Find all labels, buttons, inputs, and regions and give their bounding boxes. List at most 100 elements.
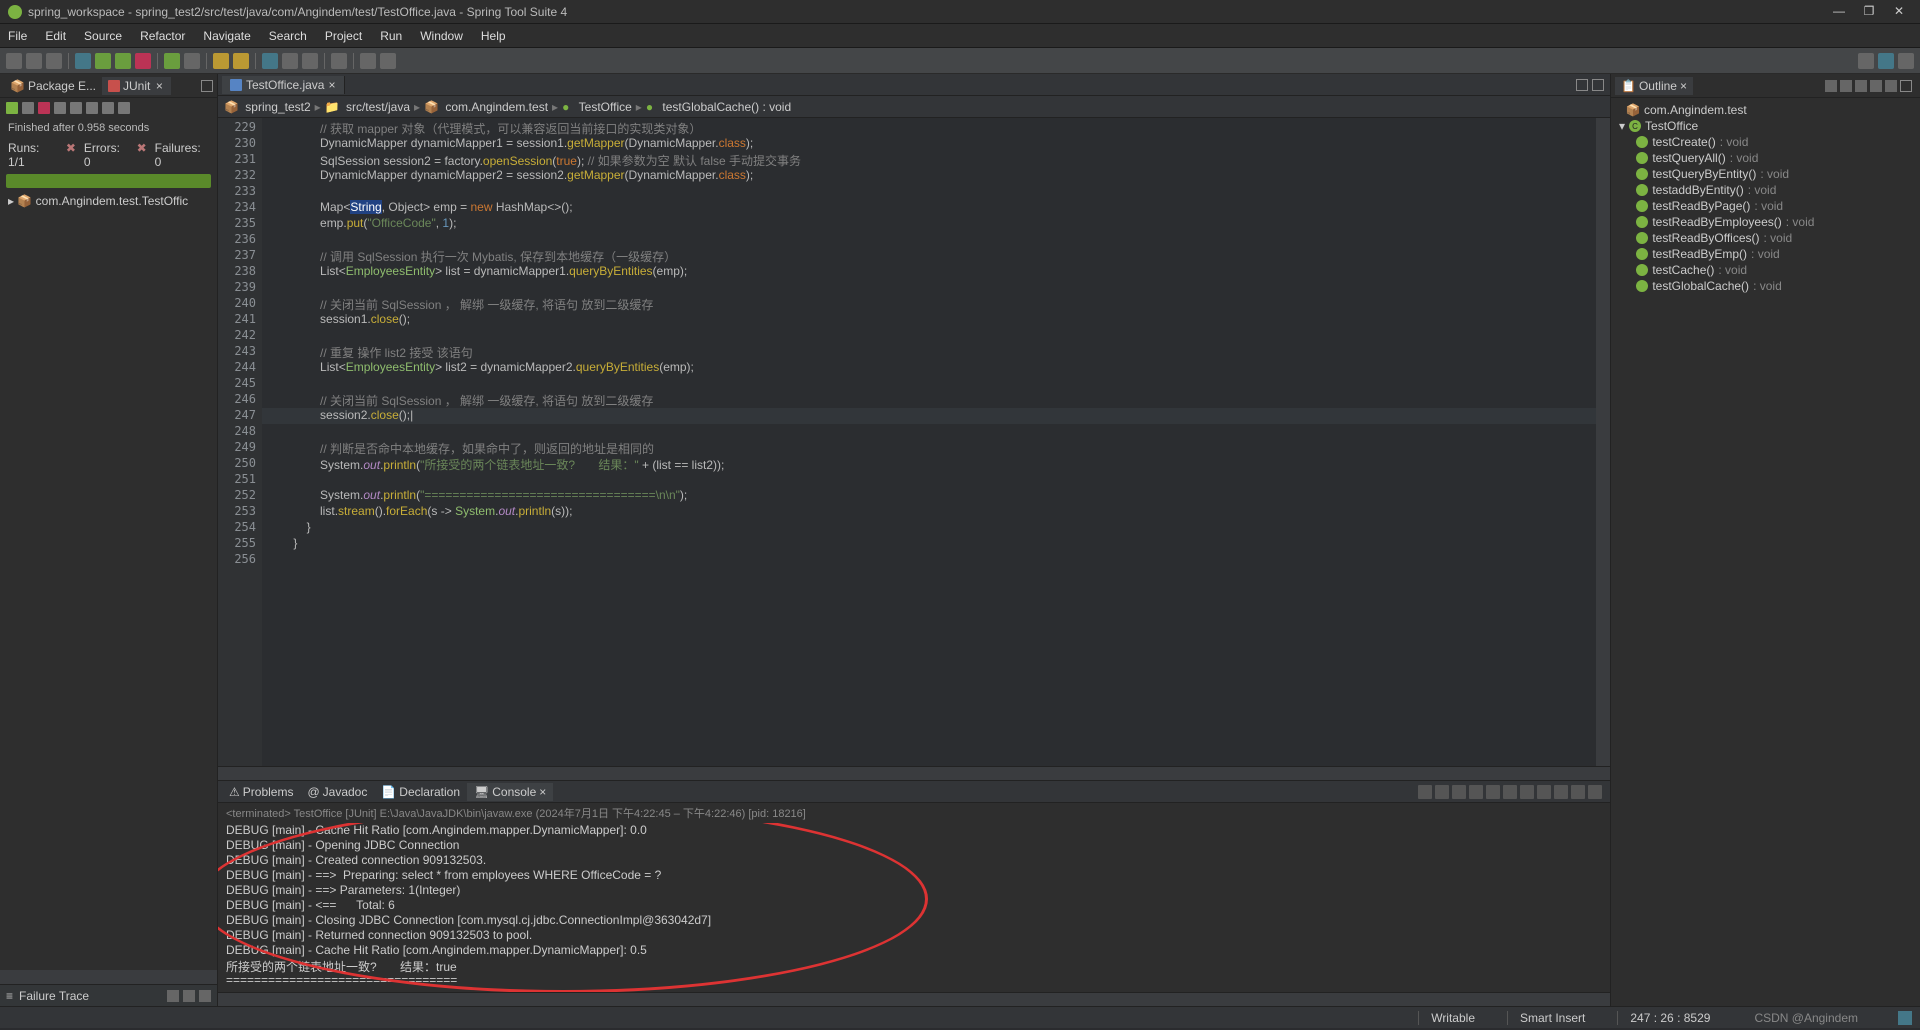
coverage-icon[interactable]: [115, 53, 131, 69]
junit-failures: Failures: 0: [155, 141, 209, 169]
close-outline-icon[interactable]: ×: [1680, 79, 1687, 93]
save-all-icon[interactable]: [46, 53, 62, 69]
tool-bar: [0, 48, 1920, 74]
ext-tools-icon[interactable]: [184, 53, 200, 69]
close-editor-icon[interactable]: ×: [328, 78, 335, 92]
status-bar: Writable Smart Insert 247 : 26 : 8529 CS…: [0, 1006, 1920, 1028]
filter-icon[interactable]: [167, 990, 179, 1002]
tab-outline[interactable]: 📋 Outline ×: [1615, 77, 1693, 95]
left-panel: 📦 Package E... JUnit × Finished after 0.…: [0, 74, 218, 1006]
menu-file[interactable]: File: [8, 29, 27, 43]
console-pin-icon[interactable]: [1503, 785, 1517, 799]
close-console-icon[interactable]: ×: [539, 785, 546, 799]
console-new-icon[interactable]: [1554, 785, 1568, 799]
menu-window[interactable]: Window: [420, 29, 463, 43]
status-position: 247 : 26 : 8529: [1617, 1011, 1722, 1025]
open-type-icon[interactable]: [262, 53, 278, 69]
rerun-icon[interactable]: [6, 102, 18, 114]
perspective-icon[interactable]: [1858, 53, 1874, 69]
maximize-editor-icon[interactable]: [1592, 79, 1604, 91]
outline-filter-icon[interactable]: [1840, 80, 1852, 92]
outline-hide-icon[interactable]: [1855, 80, 1867, 92]
editor-tab-testoffice[interactable]: TestOffice.java ×: [222, 76, 345, 94]
console-clear-icon[interactable]: [1469, 785, 1483, 799]
new-package-icon[interactable]: [233, 53, 249, 69]
outline-icon[interactable]: [331, 53, 347, 69]
menu-run[interactable]: Run: [380, 29, 402, 43]
console-min-icon[interactable]: [1571, 785, 1585, 799]
outline-menu-icon[interactable]: [1885, 80, 1897, 92]
forward-icon[interactable]: [380, 53, 396, 69]
compare-icon[interactable]: [183, 990, 195, 1002]
console-scroll-icon[interactable]: [1486, 785, 1500, 799]
toggle-icon[interactable]: [302, 53, 318, 69]
tab-junit[interactable]: JUnit ×: [102, 77, 171, 95]
java-perspective-icon[interactable]: [1878, 53, 1894, 69]
tab-console[interactable]: 🖥 Console ×: [467, 783, 553, 801]
junit-status: Finished after 0.958 seconds: [0, 118, 217, 138]
console-terminate-icon[interactable]: [1418, 785, 1432, 799]
menu-navigate[interactable]: Navigate: [203, 29, 250, 43]
menu-edit[interactable]: Edit: [45, 29, 66, 43]
debug-perspective-icon[interactable]: [1898, 53, 1914, 69]
code-editor[interactable]: 2292302312322332342352362372382392402412…: [218, 118, 1610, 766]
status-insert: Smart Insert: [1507, 1011, 1597, 1025]
status-icon[interactable]: [1898, 1011, 1912, 1025]
maximize-button[interactable]: ❐: [1856, 4, 1882, 20]
run-last-icon[interactable]: [164, 53, 180, 69]
close-button[interactable]: ✕: [1886, 4, 1912, 20]
app-icon: [8, 5, 22, 19]
outline-tree[interactable]: 📦 com.Angindem.test ▾ C TestOffice testC…: [1611, 98, 1920, 298]
menu-search[interactable]: Search: [269, 29, 307, 43]
back-icon[interactable]: [360, 53, 376, 69]
tab-javadoc[interactable]: @ Javadoc: [300, 783, 374, 801]
save-icon[interactable]: [26, 53, 42, 69]
editor-scrollbar-h[interactable]: [218, 766, 1610, 780]
center-panel: TestOffice.java × 📦 spring_test2▸ 📁 src/…: [218, 74, 1610, 1006]
console-output[interactable]: DEBUG [main] - Cache Hit Ratio [com.Angi…: [218, 823, 1610, 992]
outline-sort-icon[interactable]: [1825, 80, 1837, 92]
code-area[interactable]: // 获取 mapper 对象（代理模式，可以兼容返回当前接口的实现类对象） D…: [262, 118, 1610, 766]
outline-link-icon[interactable]: [1870, 80, 1882, 92]
minimize-view-icon[interactable]: [201, 80, 213, 92]
new-icon[interactable]: [6, 53, 22, 69]
trace-menu-icon[interactable]: [199, 990, 211, 1002]
bc-project: 📦 spring_test2: [224, 100, 311, 114]
outline-min-icon[interactable]: [1900, 80, 1912, 92]
stop-junit-icon[interactable]: [38, 102, 50, 114]
menu-source[interactable]: Source: [84, 29, 122, 43]
tab-package-explorer[interactable]: 📦 Package E...: [4, 77, 102, 95]
bc-method: ● testGlobalCache() : void: [646, 100, 791, 114]
tab-declaration[interactable]: 📄 Declaration: [374, 783, 467, 801]
console-removeall-icon[interactable]: [1452, 785, 1466, 799]
menu-project[interactable]: Project: [325, 29, 362, 43]
run-icon[interactable]: [95, 53, 111, 69]
console-open-icon[interactable]: [1537, 785, 1551, 799]
scroll-lock-icon[interactable]: [86, 102, 98, 114]
editor-scrollbar-v[interactable]: [1596, 118, 1610, 766]
new-class-icon[interactable]: [213, 53, 229, 69]
bottom-panel: ⚠ Problems @ Javadoc 📄 Declaration 🖥 Con…: [218, 780, 1610, 1006]
stop-icon[interactable]: [135, 53, 151, 69]
pin-icon[interactable]: [70, 102, 82, 114]
junit-tree[interactable]: ▸ 📦 com.Angindem.test.TestOffic: [0, 190, 217, 970]
console-remove-icon[interactable]: [1435, 785, 1449, 799]
console-display-icon[interactable]: [1520, 785, 1534, 799]
console-max-icon[interactable]: [1588, 785, 1602, 799]
status-credit: CSDN @Angindem: [1742, 1011, 1870, 1025]
menu-refactor[interactable]: Refactor: [140, 29, 185, 43]
minimize-button[interactable]: —: [1826, 4, 1852, 20]
search-icon[interactable]: [282, 53, 298, 69]
minimize-editor-icon[interactable]: [1576, 79, 1588, 91]
collapse-icon[interactable]: [102, 102, 114, 114]
menu-bar: File Edit Source Refactor Navigate Searc…: [0, 24, 1920, 48]
console-scrollbar-h[interactable]: [218, 992, 1610, 1006]
breadcrumb[interactable]: 📦 spring_test2▸ 📁 src/test/java▸ 📦 com.A…: [218, 96, 1610, 118]
menu-help[interactable]: Help: [481, 29, 506, 43]
rerun-failed-icon[interactable]: [22, 102, 34, 114]
debug-icon[interactable]: [75, 53, 91, 69]
menu-icon[interactable]: [118, 102, 130, 114]
tab-problems[interactable]: ⚠ Problems: [222, 783, 300, 801]
close-tab-icon[interactable]: ×: [153, 79, 165, 93]
history-icon[interactable]: [54, 102, 66, 114]
